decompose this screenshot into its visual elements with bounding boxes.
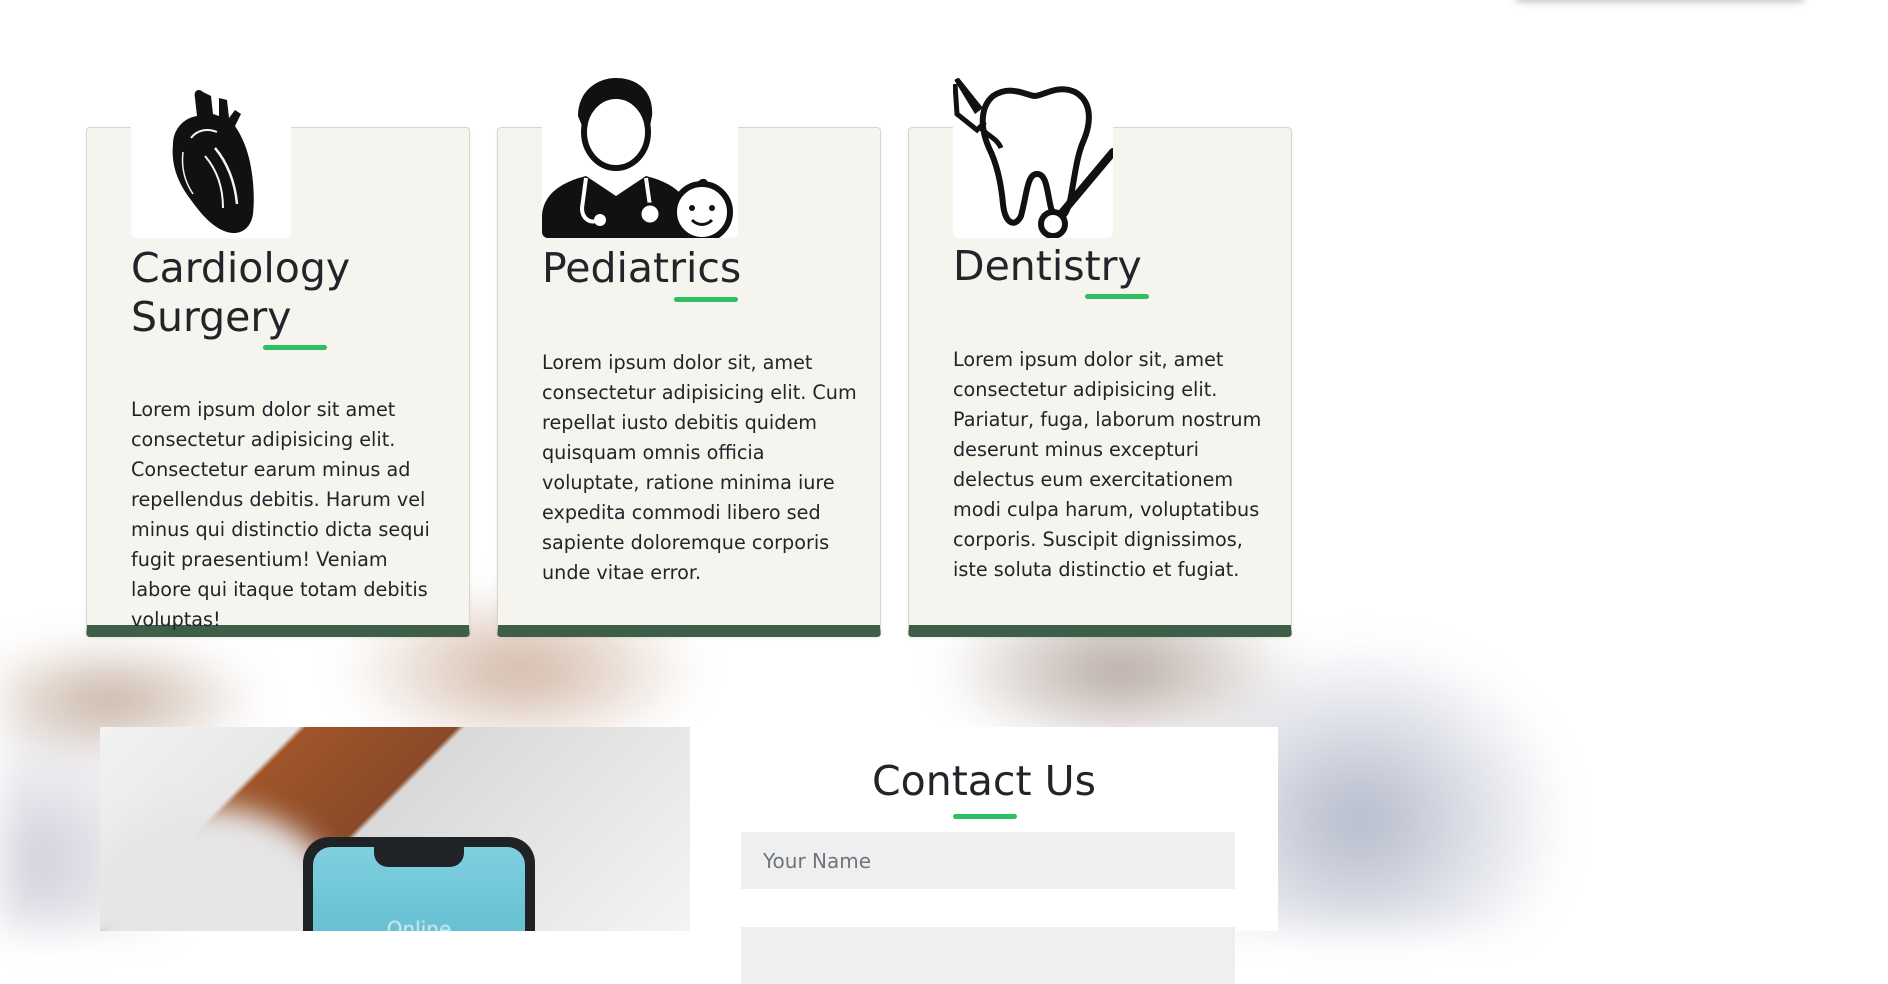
name-input[interactable] [741,832,1235,889]
title-underline [674,297,738,302]
heart-icon [131,78,291,238]
phone-image: Online [303,837,535,931]
card-title: Cardiology Surgery [131,244,351,341]
service-card-cardiology: Cardiology Surgery Lorem ipsum dolor sit … [86,78,470,637]
phone-notch [374,847,464,867]
email-input[interactable] [741,927,1235,984]
card-title: Dentistry [953,242,1142,290]
phone-screen: Online [313,847,525,931]
card-description: Lorem ipsum dolor sit, amet consectetur … [953,348,1262,581]
tooth-dental-tools-icon [953,78,1113,238]
phone-screen-text: Online [386,917,452,931]
card-description: Lorem ipsum dolor sit amet consectetur a… [131,398,430,631]
contact-title: Contact Us [872,757,1096,805]
contact-photo: Online [100,727,690,931]
contact-form-panel: Contact Us [690,727,1278,984]
service-card-dentistry: Dentistry Lorem ipsum dolor sit, amet co… [908,78,1292,637]
card-title: Pediatrics [542,244,742,292]
card-description: Lorem ipsum dolor sit, amet consectetur … [542,351,857,584]
pediatrician-icon [542,78,738,238]
title-underline [1085,294,1149,299]
title-underline [953,814,1017,819]
title-underline [263,345,327,350]
service-card-pediatrics: Pediatrics Lorem ipsum dolor sit, amet c… [497,78,881,637]
